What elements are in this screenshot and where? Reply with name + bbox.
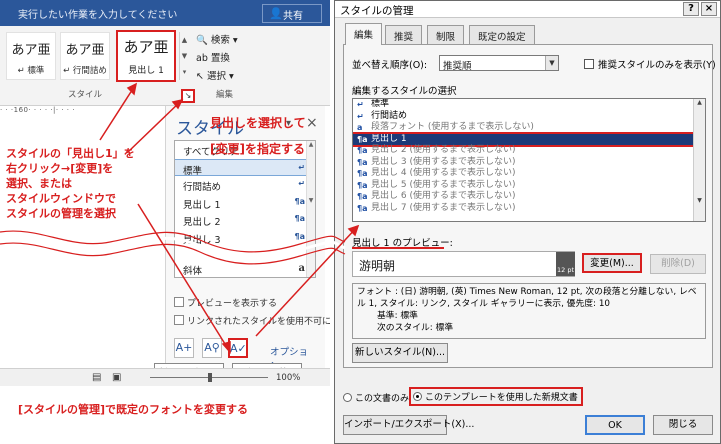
status-bar: ▤ ▣ 100%	[0, 368, 330, 386]
person-icon: 👤	[269, 7, 283, 20]
sort-order-select[interactable]: 推奨順 ▼	[439, 55, 559, 72]
sort-order-label: 並べ替え順序(O):	[352, 60, 428, 71]
tab-panel-edit: 並べ替え順序(O): 推奨順 ▼ 推奨スタイルのみを表示(Y) 編集するスタイル…	[343, 44, 716, 368]
tab-edit[interactable]: 編集	[345, 23, 383, 45]
list-item[interactable]: 行間詰め ↵	[175, 176, 315, 194]
gallery-scroll[interactable]: ▲ ▼ ▾	[179, 32, 189, 80]
close-button[interactable]: 閉じる	[653, 415, 713, 435]
delete-button[interactable]: 削除(D)	[650, 254, 706, 274]
list-item[interactable]: ¶a 見出し 6 (使用するまで表示しない)	[353, 191, 705, 203]
style-description: フォント : (日) 游明朝, (英) Times New Roman, 12 …	[352, 283, 706, 339]
list-item[interactable]: ¶a 見出し 7 (使用するまで表示しない)	[353, 203, 705, 215]
share-label: 共有	[283, 11, 303, 22]
select-style-label: 編集するスタイルの選択	[352, 86, 457, 97]
disable-linked-checkbox[interactable]: リンクされたスタイルを使用不可にす	[174, 314, 330, 327]
ribbon: あア亜 ↵ 標準 あア亜 ↵ 行間詰め あア亜 見出し 1 ▲ ▼ ▾ スタイル 🔍…	[0, 26, 330, 106]
new-style-icon: A+	[175, 341, 193, 354]
dialog-titlebar: スタイルの管理 ? ×	[335, 1, 720, 18]
close-icon[interactable]: ×	[701, 2, 717, 16]
list-item[interactable]: ¶a 見出し 5 (使用するまで表示しない)	[353, 180, 705, 192]
style-inspector-button[interactable]: A⚲	[202, 338, 222, 358]
close-icon[interactable]: ×	[306, 115, 318, 131]
chevron-down-icon: ▼	[545, 56, 558, 70]
callout-bottom: [スタイルの管理]で既定のフォントを変更する	[18, 403, 249, 416]
style-label: 見出し 1	[128, 66, 164, 76]
help-icon[interactable]: ?	[683, 2, 699, 16]
search-icon: 🔍	[196, 35, 208, 46]
radio-new-documents-template[interactable]: このテンプレートを使用した新規文書	[409, 387, 583, 406]
preview-label-underline	[352, 247, 444, 249]
replace-icon: ab	[196, 53, 208, 64]
list-item[interactable]: 見出し 1 ¶a	[175, 194, 315, 212]
preview-size: 12 pt	[556, 252, 575, 276]
style-dialog-launcher-icon[interactable]: ↘	[181, 89, 195, 103]
list-item-selected[interactable]: ¶a 見出し 1	[353, 131, 705, 147]
style-glyph: あア亜	[123, 38, 169, 56]
style-label: ↵ 行間詰め	[63, 66, 107, 76]
list-item[interactable]: 斜体 a	[175, 260, 315, 277]
import-export-button[interactable]: インポート/エクスポート(X)...	[343, 415, 474, 435]
list-item[interactable]: ↵ 標準	[353, 99, 705, 111]
callout-right: 見出しを選択して [変更]を指定する	[210, 116, 306, 156]
style-list-scrollbar[interactable]: ▲ ▼	[306, 141, 315, 277]
style-select-scrollbar[interactable]: ▲ ▼	[693, 99, 705, 221]
zoom-slider-thumb[interactable]	[208, 373, 212, 382]
style-glyph: あア亜	[65, 43, 105, 58]
style-label: ↵ 標準	[17, 66, 45, 76]
tab-defaults[interactable]: 既定の設定	[469, 25, 535, 44]
radio-this-document[interactable]: この文書のみ	[343, 391, 409, 404]
preview-font: 游明朝	[359, 259, 396, 273]
list-item[interactable]: ↵ 行間詰め	[353, 111, 705, 123]
style-select-list: ↵ 標準 ↵ 行間詰め a 段落フォント (使用するまで表示しない) ¶a 見出し 1 …	[352, 98, 706, 222]
find-button[interactable]: 🔍 検索 ▾	[196, 32, 238, 46]
style-glyph: あア亜	[11, 43, 51, 58]
tab-recommend[interactable]: 推奨	[385, 25, 423, 44]
manage-styles-dialog: スタイルの管理 ? × 編集 推奨 制限 既定の設定 並べ替え順序(O): 推奨…	[334, 0, 721, 444]
list-item[interactable]: ¶a 見出し 4 (使用するまで表示しない)	[353, 168, 705, 180]
tell-me-input[interactable]: 実行したい作業を入力してください	[18, 6, 177, 21]
read-mode-icon[interactable]: ▤	[92, 372, 101, 383]
style-gallery-heading1[interactable]: あア亜 見出し 1	[116, 30, 176, 82]
cursor-icon: ↖	[196, 71, 204, 82]
ruler: · · ·160· · · · ·|· · · ·	[0, 106, 75, 114]
modify-button[interactable]: 変更(M)...	[582, 253, 642, 273]
group-label-edit: 編集	[216, 90, 234, 100]
list-item[interactable]: a 段落フォント (使用するまで表示しない)	[353, 122, 705, 134]
manage-styles-button[interactable]: A✓	[228, 338, 248, 358]
inspector-icon: A⚲	[204, 341, 220, 354]
print-layout-icon[interactable]: ▣	[112, 372, 121, 383]
new-style-button[interactable]: 新しいスタイル(N)...	[352, 343, 448, 363]
dialog-title: スタイルの管理	[340, 5, 414, 17]
style-gallery-no-spacing[interactable]: あア亜 ↵ 行間詰め	[60, 32, 110, 80]
tell-me-bar: 実行したい作業を入力してください 👤 共有	[0, 0, 330, 26]
list-item[interactable]: 見出し 3 ¶a	[175, 229, 315, 247]
preview-box: 游明朝 12 pt	[352, 251, 575, 277]
recommended-only-checkbox[interactable]: 推奨スタイルのみを表示(Y)	[584, 57, 716, 71]
word-window: 実行したい作業を入力してください 👤 共有 あア亜 ↵ 標準 あア亜 ↵ 行間詰…	[0, 0, 330, 444]
list-item[interactable]: ¶a 見出し 3 (使用するまで表示しない)	[353, 157, 705, 169]
tab-restrict[interactable]: 制限	[427, 25, 465, 44]
group-label-style: スタイル	[68, 90, 103, 100]
callout-left: スタイルの「見出し1」を 右クリック→[変更]を 選択、または スタイルウィンド…	[6, 147, 135, 220]
style-gallery-normal[interactable]: あア亜 ↵ 標準	[6, 32, 56, 80]
replace-button[interactable]: ab 置換	[196, 50, 230, 64]
share-button[interactable]: 👤 共有	[262, 4, 322, 23]
zoom-level: 100%	[276, 373, 301, 383]
list-item[interactable]: 見出し 2 ¶a	[175, 211, 315, 229]
ok-button[interactable]: OK	[585, 415, 645, 435]
select-button[interactable]: ↖ 選択 ▾	[196, 68, 234, 82]
manage-styles-icon: A✓	[230, 342, 247, 355]
show-preview-checkbox[interactable]: プレビューを表示する	[174, 296, 277, 309]
new-style-button[interactable]: A+	[174, 338, 194, 358]
list-item[interactable]: ¶a 見出し 2 (使用するまで表示しない)	[353, 145, 705, 157]
